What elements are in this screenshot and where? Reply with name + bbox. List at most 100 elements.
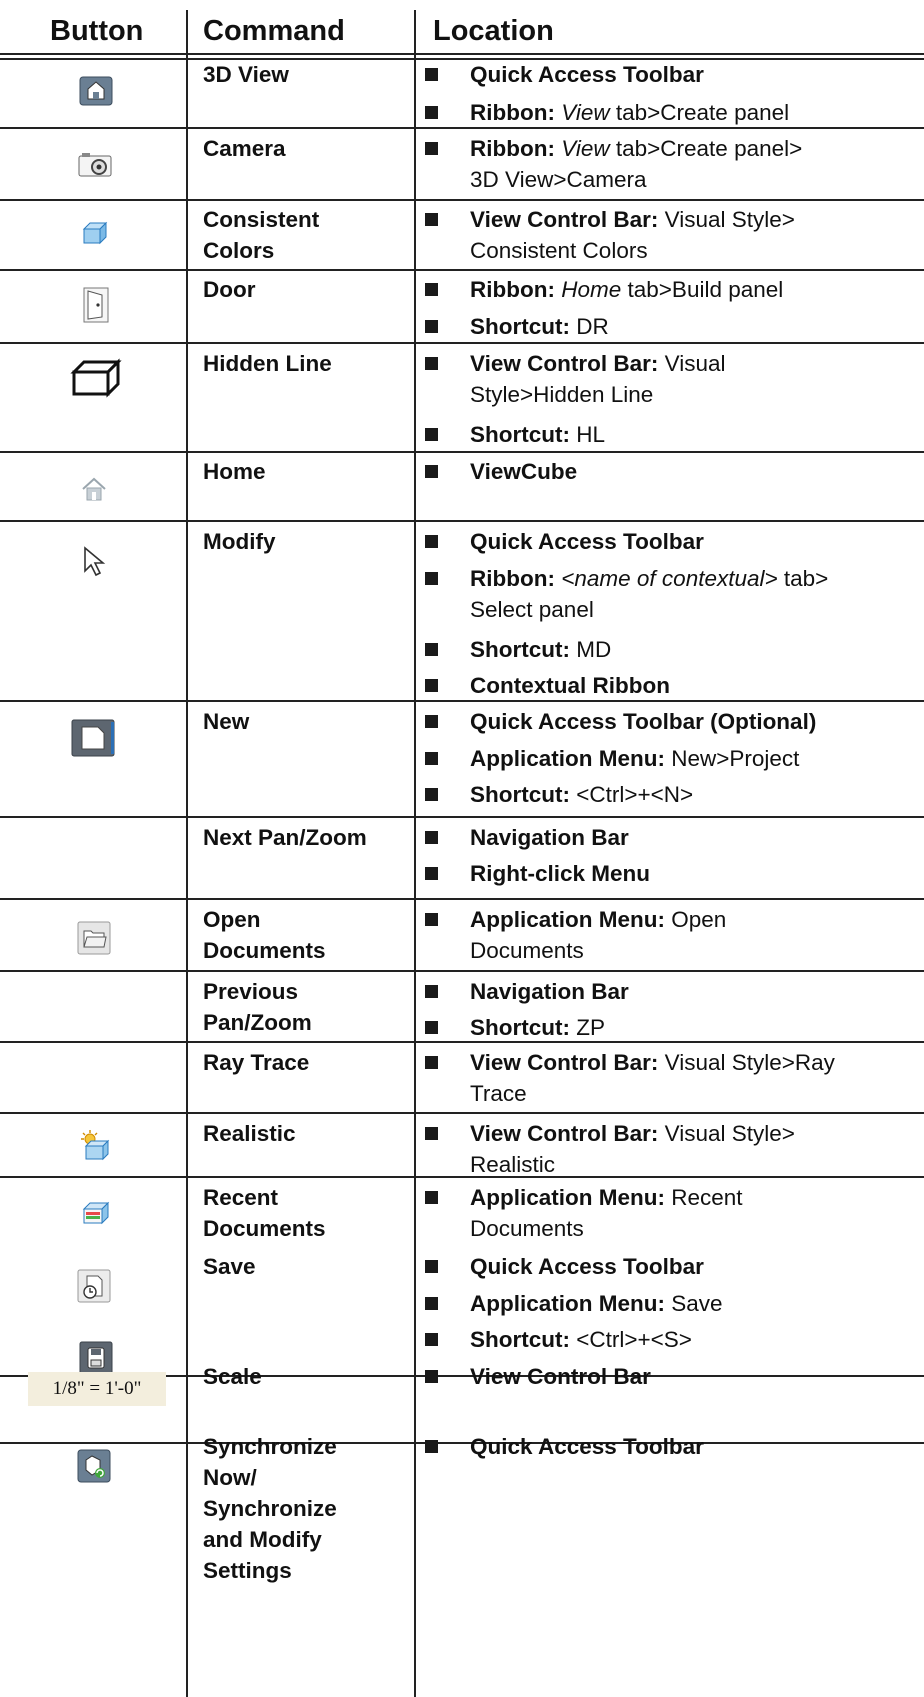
location-text: Navigation Bar — [470, 822, 915, 853]
location-italic: View — [561, 136, 610, 161]
location-text: Navigation Bar — [470, 976, 915, 1007]
command-name-line: Recent — [203, 1185, 279, 1210]
location-detail-line2: Style>Hidden Line — [470, 382, 654, 407]
location-detail-line2: Realistic — [470, 1152, 556, 1177]
command-name: Scale — [203, 1361, 413, 1392]
command-name-line: Door — [203, 277, 256, 302]
bullet-square-icon — [425, 867, 438, 880]
location-detail: Recent — [665, 1185, 743, 1210]
location-label: ViewCube — [470, 459, 578, 484]
location-text: Shortcut: <Ctrl>+<S> — [470, 1324, 915, 1355]
bullet-square-icon — [425, 1260, 438, 1273]
ray-trace-sun-cube-icon[interactable] — [78, 1130, 112, 1162]
command-name: Ray Trace — [203, 1047, 413, 1078]
open-folder-icon[interactable] — [76, 920, 112, 956]
row-separator — [0, 1112, 924, 1114]
command-name-line: Scale — [203, 1364, 262, 1389]
command-name-line: 3D View — [203, 62, 289, 87]
command-name-line: Camera — [203, 136, 286, 161]
header-underline — [0, 53, 924, 55]
command-name: Realistic — [203, 1118, 413, 1149]
location-text: Application Menu: Save — [470, 1288, 915, 1319]
bullet-square-icon — [425, 357, 438, 370]
bullet-square-icon — [425, 106, 438, 119]
bullet-square-icon — [425, 535, 438, 548]
3d-view-house-icon[interactable] — [78, 75, 114, 107]
row-separator — [0, 451, 924, 453]
hidden-line-cube-icon[interactable] — [70, 358, 122, 398]
location-text: View Control Bar — [470, 1361, 915, 1392]
command-name-line: Colors — [203, 238, 275, 263]
location-detail: DR — [570, 314, 609, 339]
bullet-square-icon — [425, 572, 438, 585]
scale-field-text: 1/8" = 1'-0" — [52, 1378, 142, 1399]
row-separator — [0, 520, 924, 522]
location-text: Right-click Menu — [470, 858, 915, 889]
realistic-cube-icon[interactable] — [80, 1200, 112, 1226]
bullet-square-icon — [425, 142, 438, 155]
location-text: Shortcut: MD — [470, 634, 915, 665]
synchronize-icon[interactable] — [76, 1448, 112, 1484]
location-text: Application Menu: Open Documents — [470, 904, 915, 966]
arrow-cursor-icon[interactable] — [82, 545, 106, 577]
new-document-icon[interactable] — [70, 718, 116, 758]
location-label: Shortcut: — [470, 1015, 570, 1040]
location-text: Shortcut: DR — [470, 311, 915, 342]
consistent-colors-cube-icon[interactable] — [80, 219, 110, 245]
command-name: Previous Pan/Zoom — [203, 976, 413, 1038]
location-label: Shortcut: — [470, 422, 570, 447]
location-detail-line2: Consistent Colors — [470, 238, 648, 263]
bullet-square-icon — [425, 1297, 438, 1310]
location-text: Quick Access Toolbar — [470, 526, 915, 557]
bullet-square-icon — [425, 1370, 438, 1383]
bullet-square-icon — [425, 465, 438, 478]
location-label: Ribbon: — [470, 136, 555, 161]
home-icon[interactable] — [80, 475, 108, 503]
camera-icon[interactable] — [76, 150, 114, 180]
command-name: New — [203, 706, 413, 737]
row-separator — [0, 816, 924, 818]
command-name: Next Pan/Zoom — [203, 822, 413, 853]
location-text: Shortcut: HL — [470, 419, 915, 450]
command-name: Modify — [203, 526, 413, 557]
command-name-line: Save — [203, 1254, 256, 1279]
location-label: Ribbon: — [470, 566, 555, 591]
location-detail: tab>Build panel — [621, 277, 784, 302]
location-label: Shortcut: — [470, 782, 570, 807]
location-label: Application Menu: — [470, 1291, 665, 1316]
location-detail: Open — [665, 907, 727, 932]
location-detail: ZP — [570, 1015, 606, 1040]
bullet-square-icon — [425, 68, 438, 81]
row-separator — [0, 898, 924, 900]
bullet-square-icon — [425, 1191, 438, 1204]
location-label: Quick Access Toolbar (Optional) — [470, 709, 817, 734]
location-detail-line2: Select panel — [470, 597, 594, 622]
command-name: Home — [203, 456, 413, 487]
command-name: 3D View — [203, 59, 413, 90]
command-name-line: Home — [203, 459, 266, 484]
location-label: Navigation Bar — [470, 979, 629, 1004]
bullet-square-icon — [425, 1333, 438, 1346]
bullet-square-icon — [425, 1021, 438, 1034]
bullet-square-icon — [425, 1440, 438, 1453]
save-floppy-icon[interactable] — [78, 1340, 114, 1376]
location-label: Application Menu: — [470, 1185, 665, 1210]
location-italic: Home — [561, 277, 622, 302]
bullet-square-icon — [425, 213, 438, 226]
bullet-square-icon — [425, 283, 438, 296]
bullet-square-icon — [425, 752, 438, 765]
location-text: View Control Bar: Visual Style> Consisten… — [470, 204, 915, 266]
location-text: Ribbon: <name of contextual> tab> Select … — [470, 563, 915, 625]
location-detail: <Ctrl>+<S> — [570, 1327, 692, 1352]
bullet-square-icon — [425, 679, 438, 692]
recent-documents-icon[interactable] — [76, 1268, 112, 1304]
location-italic: <name of contextual> — [561, 566, 778, 591]
location-text: View Control Bar: Visual Style>Hidden Lin… — [470, 348, 915, 410]
location-detail: <Ctrl>+<N> — [570, 782, 694, 807]
command-name-line: Documents — [203, 938, 326, 963]
door-icon[interactable] — [80, 285, 112, 325]
location-label: View Control Bar: — [470, 1121, 659, 1146]
command-name-line: Settings — [203, 1558, 292, 1583]
command-name-line: Open — [203, 907, 261, 932]
command-name-line: Now/ — [203, 1465, 257, 1490]
